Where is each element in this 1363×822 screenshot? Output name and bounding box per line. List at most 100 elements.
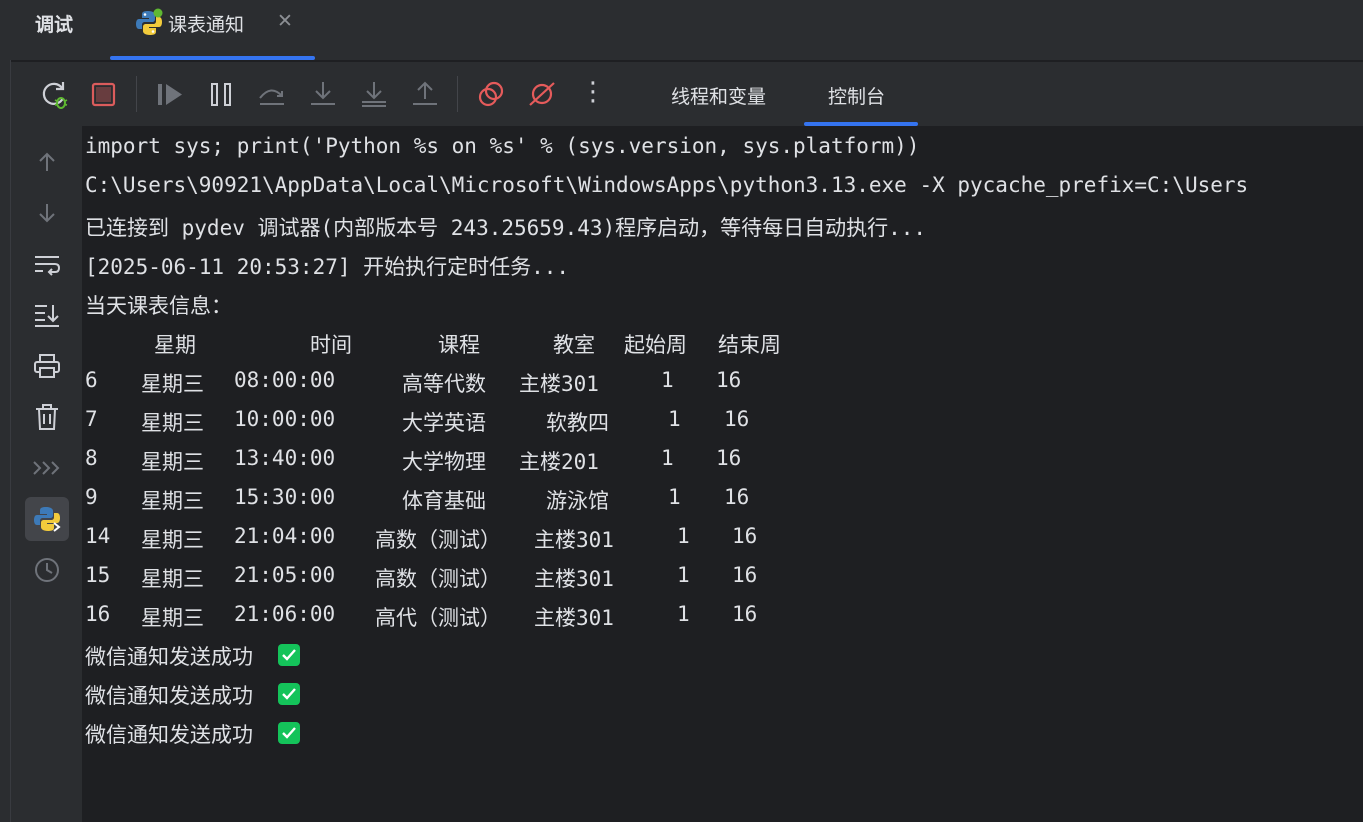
notification-text: 微信通知发送成功 <box>85 723 253 747</box>
column-header: 时间 <box>310 333 352 357</box>
console-line: [2025-06-11 20:53:27] 开始执行定时任务... <box>85 255 570 279</box>
step-into-icon[interactable] <box>305 76 341 112</box>
up-arrow-icon[interactable] <box>25 140 69 184</box>
debug-toolbar: ⋮ 线程和变量 控制台 <box>10 62 1363 126</box>
row-start-week: 1 <box>677 524 690 548</box>
tab-threads-variables[interactable]: 线程和变量 <box>671 82 766 109</box>
notification-text: 微信通知发送成功 <box>85 645 253 669</box>
row-time: 08:00:00 <box>234 368 336 392</box>
row-index: 8 <box>85 446 98 470</box>
row-end-week: 16 <box>732 602 758 626</box>
notification-text: 微信通知发送成功 <box>85 684 253 708</box>
close-tab-icon[interactable]: ✕ <box>277 10 293 32</box>
row-start-week: 1 <box>661 446 674 470</box>
row-index: 9 <box>85 485 98 509</box>
row-weekday: 星期三 <box>141 450 204 474</box>
row-time: 15:30:00 <box>234 485 336 509</box>
tab-label: 课表通知 <box>168 14 245 36</box>
history-icon[interactable] <box>25 548 69 592</box>
row-room: 软教四 <box>546 411 609 435</box>
resume-icon[interactable] <box>152 76 188 112</box>
show-command-icon[interactable] <box>25 446 69 490</box>
scroll-to-end-icon[interactable] <box>25 293 69 337</box>
console-output[interactable]: import sys; print('Python %s on %s' % (s… <box>82 126 1363 822</box>
row-course: 高数（测试） <box>375 528 501 552</box>
row-weekday: 星期三 <box>141 528 204 552</box>
row-course: 高数（测试） <box>375 567 501 591</box>
column-header: 课程 <box>438 333 480 357</box>
column-header: 起始周 <box>624 333 687 357</box>
row-room: 游泳馆 <box>546 489 609 513</box>
row-time: 21:04:00 <box>234 524 336 548</box>
row-weekday: 星期三 <box>141 606 204 630</box>
column-header: 星期 <box>154 333 196 357</box>
stop-icon[interactable] <box>86 76 122 112</box>
toolbar-separator <box>457 76 458 112</box>
rerun-debug-icon[interactable] <box>36 76 72 112</box>
print-icon[interactable] <box>25 344 69 388</box>
row-index: 16 <box>85 602 111 626</box>
row-time: 21:06:00 <box>234 602 336 626</box>
row-course: 大学英语 <box>402 411 486 435</box>
down-arrow-icon[interactable] <box>25 191 69 235</box>
step-out-icon[interactable] <box>407 76 443 112</box>
row-start-week: 1 <box>677 602 690 626</box>
row-room: 主楼301 <box>534 528 614 552</box>
column-header: 教室 <box>553 333 595 357</box>
console-line: import sys; print('Python %s on %s' % (s… <box>85 134 920 158</box>
pause-icon[interactable] <box>203 76 239 112</box>
row-time: 13:40:00 <box>234 446 336 470</box>
row-end-week: 16 <box>716 368 742 392</box>
active-tab-indicator <box>110 56 315 60</box>
check-mark-icon <box>278 644 300 666</box>
row-end-week: 16 <box>716 446 742 470</box>
row-start-week: 1 <box>661 368 674 392</box>
row-end-week: 16 <box>724 485 750 509</box>
row-start-week: 1 <box>668 485 681 509</box>
row-index: 14 <box>85 524 111 548</box>
row-room: 主楼301 <box>534 606 614 630</box>
mute-breakpoints-icon[interactable] <box>524 76 560 112</box>
row-end-week: 16 <box>732 524 758 548</box>
row-course: 高等代数 <box>402 372 486 396</box>
row-weekday: 星期三 <box>141 489 204 513</box>
tab-console[interactable]: 控制台 <box>828 82 885 109</box>
row-time: 10:00:00 <box>234 407 336 431</box>
row-start-week: 1 <box>668 407 681 431</box>
row-weekday: 星期三 <box>141 567 204 591</box>
view-breakpoints-icon[interactable] <box>473 76 509 112</box>
console-line: C:\Users\90921\AppData\Local\Microsoft\W… <box>85 173 1249 197</box>
debug-title: 调试 <box>35 14 74 36</box>
console-line: 已连接到 pydev 调试器(内部版本号 243.25659.43)程序启动，等… <box>85 216 927 240</box>
console-line: 当天课表信息： <box>85 294 232 318</box>
row-room: 主楼301 <box>534 567 614 591</box>
row-end-week: 16 <box>732 563 758 587</box>
row-weekday: 星期三 <box>141 411 204 435</box>
soft-wrap-icon[interactable] <box>25 242 69 286</box>
python-console-icon[interactable] <box>25 497 69 541</box>
left-edge-strip <box>0 60 11 822</box>
row-room: 主楼301 <box>519 372 599 396</box>
column-header: 结束周 <box>718 333 781 357</box>
run-config-tab[interactable]: 课表通知 ✕ <box>110 0 315 60</box>
row-course: 大学物理 <box>402 450 486 474</box>
row-room: 主楼201 <box>519 450 599 474</box>
more-icon[interactable]: ⋮ <box>575 76 611 112</box>
step-over-icon[interactable] <box>254 76 290 112</box>
row-time: 21:05:00 <box>234 563 336 587</box>
row-course: 体育基础 <box>402 489 486 513</box>
trash-icon[interactable] <box>25 395 69 439</box>
force-step-into-icon[interactable] <box>356 76 392 112</box>
toolbar-separator <box>136 76 137 112</box>
row-start-week: 1 <box>677 563 690 587</box>
python-icon <box>134 8 164 42</box>
check-mark-icon <box>278 683 300 705</box>
row-index: 15 <box>85 563 111 587</box>
check-mark-icon <box>278 722 300 744</box>
row-index: 6 <box>85 368 98 392</box>
row-weekday: 星期三 <box>141 372 204 396</box>
row-index: 7 <box>85 407 98 431</box>
debug-tool-window-header: 调试 课表通知 ✕ <box>0 0 1363 61</box>
row-end-week: 16 <box>724 407 750 431</box>
console-side-toolbar <box>11 126 82 822</box>
